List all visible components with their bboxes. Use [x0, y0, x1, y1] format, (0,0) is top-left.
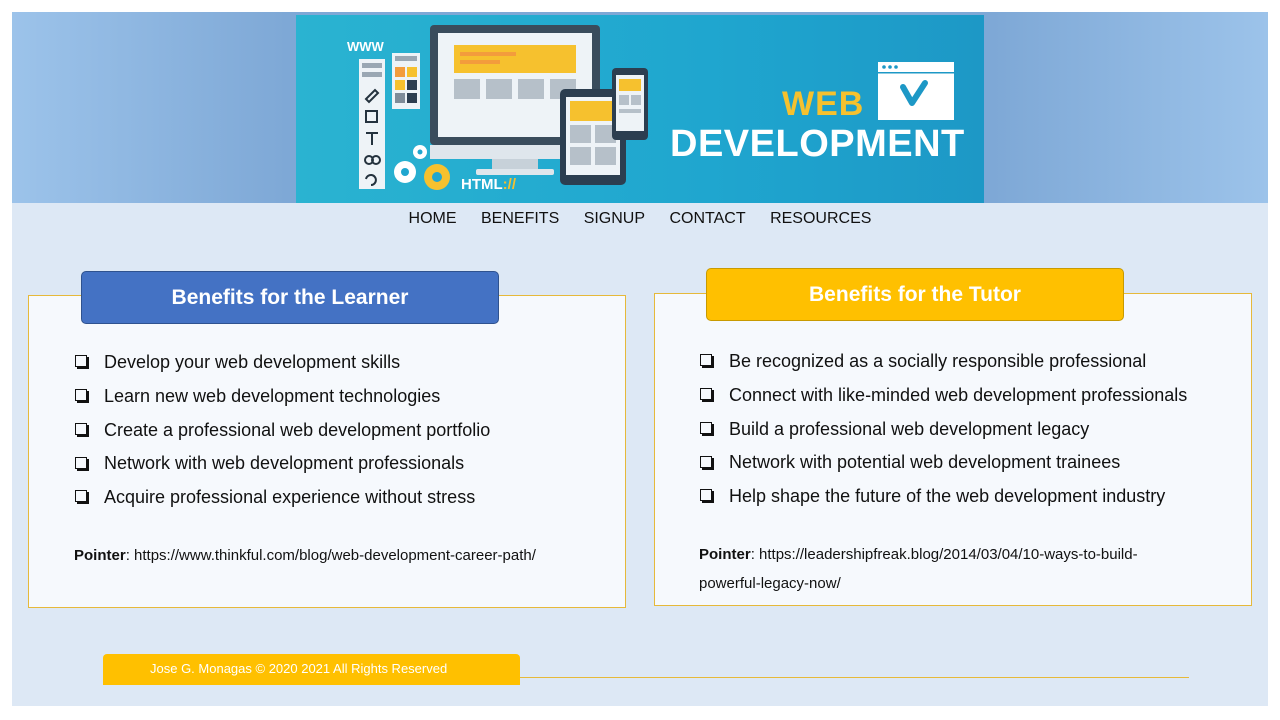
nav-benefits[interactable]: BENEFITS [481, 210, 559, 227]
list-item: Network with web development professiona… [72, 447, 490, 481]
list-item-text: Create a professional web development po… [104, 419, 491, 440]
main-nav: HOME BENEFITS SIGNUP CONTACT RESOURCES [12, 210, 1268, 232]
checkbox-bullet-icon [700, 354, 712, 367]
list-item: Acquire professional experience without … [72, 481, 490, 515]
list-item: Network with potential web development t… [697, 446, 1187, 480]
nav-contact[interactable]: CONTACT [669, 210, 745, 227]
pointer-label: Pointer [74, 547, 126, 564]
nav-signup[interactable]: SIGNUP [584, 210, 645, 227]
banner-title-web: WEB [782, 85, 865, 123]
footer-divider [520, 677, 1189, 678]
tutor-card-title: Benefits for the Tutor [706, 268, 1124, 321]
footer-copyright: Jose G. Monagas © 2020 2021 All Rights R… [103, 654, 520, 685]
banner-title-development: DEVELOPMENT [670, 123, 965, 165]
learner-benefits-list: Develop your web development skills Lear… [72, 346, 490, 515]
nav-resources[interactable]: RESOURCES [770, 210, 871, 227]
tutor-benefits-list: Be recognized as a socially responsible … [697, 345, 1187, 514]
list-item: Create a professional web development po… [72, 414, 490, 448]
checkbox-bullet-icon [75, 355, 87, 368]
checkbox-bullet-icon [700, 489, 712, 502]
checkbox-bullet-icon [700, 455, 712, 468]
list-item: Connect with like-minded web development… [697, 379, 1187, 413]
www-label: WWW [347, 39, 384, 54]
list-item: Develop your web development skills [72, 346, 490, 380]
list-item-text: Network with web development professiona… [104, 453, 465, 474]
list-item-text: Build a professional web development leg… [729, 418, 1090, 439]
checkbox-bullet-icon [75, 389, 87, 402]
pointer-label: Pointer [699, 546, 751, 563]
list-item-text: Network with potential web development t… [729, 452, 1121, 473]
web-development-banner: WWW HTML:// WEB DEVELOPMENT [296, 15, 984, 203]
web-dev-illustration [359, 25, 954, 190]
html-text: HTML [461, 176, 503, 193]
tutor-pointer-link-continued[interactable]: powerful-legacy-now/ [699, 575, 841, 592]
slide: WWW HTML:// WEB DEVELOPMENT HOME BENEFIT… [12, 12, 1268, 706]
checkbox-bullet-icon [700, 388, 712, 401]
learner-pointer: Pointer: https://www.thinkful.com/blog/w… [74, 547, 536, 564]
checkbox-bullet-icon [75, 422, 87, 435]
tutor-pointer-link[interactable]: https://leadershipfreak.blog/2014/03/04/… [759, 546, 1138, 563]
list-item: Be recognized as a socially responsible … [697, 345, 1187, 379]
list-item-text: Learn new web development technologies [104, 385, 441, 406]
list-item-text: Help shape the future of the web develop… [729, 486, 1166, 507]
tutor-pointer: Pointer: https://leadershipfreak.blog/20… [699, 546, 1138, 592]
checkbox-bullet-icon [75, 490, 87, 503]
learner-pointer-link[interactable]: https://www.thinkful.com/blog/web-develo… [134, 547, 536, 564]
list-item-text: Connect with like-minded web development… [729, 384, 1188, 405]
list-item-text: Develop your web development skills [104, 352, 401, 372]
html-label: HTML:// [461, 176, 516, 193]
nav-home[interactable]: HOME [409, 210, 457, 227]
checkbox-bullet-icon [75, 456, 87, 469]
list-item-text: Be recognized as a socially responsible … [729, 351, 1147, 371]
list-item: Help shape the future of the web develop… [697, 480, 1187, 514]
list-item: Learn new web development technologies [72, 380, 490, 414]
checkbox-bullet-icon [700, 421, 712, 434]
learner-card-title: Benefits for the Learner [81, 271, 499, 324]
html-slash: :// [502, 176, 516, 193]
list-item-text: Acquire professional experience without … [104, 487, 476, 508]
list-item: Build a professional web development leg… [697, 413, 1187, 447]
